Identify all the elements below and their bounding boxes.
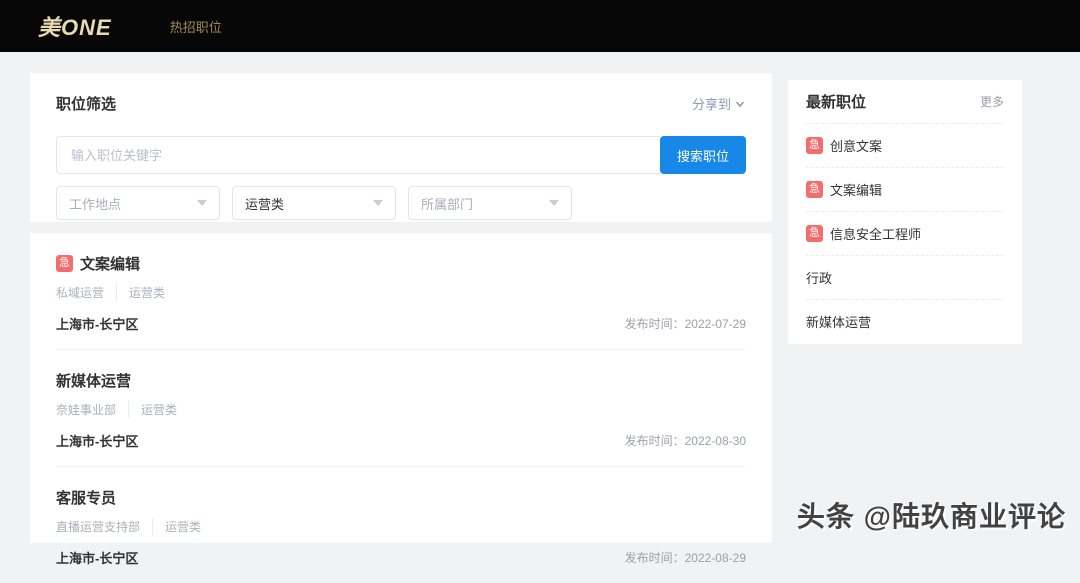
urgent-badge-icon: 急 (806, 225, 823, 242)
urgent-badge-icon: 急 (806, 181, 823, 198)
work-location-dropdown[interactable]: 工作地点 (56, 186, 220, 220)
sidebar-job-label: 文案编辑 (830, 183, 883, 198)
sidebar-job-administration[interactable]: 行政 (806, 255, 1004, 299)
job-keyword-search-input[interactable] (56, 136, 660, 174)
job-category-dropdown-value: 运营类 (245, 196, 285, 212)
job-tag-category: 运营类 (152, 518, 213, 535)
job-tag-department: 私域运营 (56, 286, 105, 300)
search-jobs-button[interactable]: 搜索职位 (660, 136, 746, 174)
share-to-label: 分享到 (691, 97, 731, 112)
job-tag-department: 直播运营支持部 (56, 520, 141, 534)
job-category-dropdown[interactable]: 运营类 (232, 186, 396, 220)
job-title[interactable]: 文案编辑 (80, 253, 140, 274)
job-listing-new-media-ops[interactable]: 新媒体运营 奈娃事业部 运营类 上海市-长宁区 发布时间：2022-08-30 (56, 350, 746, 467)
job-location: 上海市-长宁区 (56, 551, 139, 566)
chevron-down-icon (735, 100, 745, 107)
job-location: 上海市-长宁区 (56, 317, 139, 332)
job-location: 上海市-长宁区 (56, 434, 139, 449)
urgent-badge-icon: 急 (806, 137, 823, 154)
job-tag-department: 奈娃事业部 (56, 403, 117, 417)
work-location-dropdown-label: 工作地点 (69, 196, 122, 212)
top-header-bar: 美ONE 热招职位 (0, 0, 1080, 52)
filter-panel-title: 职位筛选 (56, 96, 117, 113)
job-posted-date: 发布时间：2022-08-30 (624, 434, 746, 448)
job-posted-date: 发布时间：2022-08-29 (624, 551, 746, 565)
sidebar-job-label: 创意文案 (830, 139, 883, 154)
job-title[interactable]: 新媒体运营 (56, 370, 131, 391)
caret-down-icon (197, 200, 207, 206)
job-listing-customer-service[interactable]: 客服专员 直播运营支持部 运营类 上海市-长宁区 发布时间：2022-08-29 (56, 467, 746, 583)
sidebar-job-label: 信息安全工程师 (830, 227, 922, 242)
job-title[interactable]: 客服专员 (56, 487, 116, 508)
sidebar-job-new-media-ops[interactable]: 新媒体运营 (806, 299, 1004, 343)
job-tag-category: 运营类 (116, 284, 177, 301)
toutiao-watermark: 头条 @陆玖商业评论 (796, 501, 1066, 532)
sidebar-job-creative-copywriter[interactable]: 急 创意文案 (806, 123, 1004, 167)
sidebar-job-copy-editor[interactable]: 急 文案编辑 (806, 167, 1004, 211)
nav-item-hot-jobs[interactable]: 热招职位 (170, 17, 222, 36)
job-list-panel: 急 文案编辑 私域运营 运营类 上海市-长宁区 发布时间：2022-07-29 … (30, 233, 772, 566)
sidebar-job-label: 行政 (806, 271, 833, 286)
sidebar-job-label: 新媒体运营 (806, 315, 872, 330)
job-filter-panel: 职位筛选 分享到 搜索职位 工作地点 运营类 所属部门 (30, 73, 772, 222)
more-link[interactable]: 更多 (980, 93, 1004, 110)
department-dropdown[interactable]: 所属部门 (408, 186, 572, 220)
brand-logo[interactable]: 美ONE (38, 10, 112, 42)
sidebar-job-infosec-engineer[interactable]: 急 信息安全工程师 (806, 211, 1004, 255)
caret-down-icon (549, 200, 559, 206)
latest-jobs-title: 最新职位 (806, 94, 867, 111)
caret-down-icon (373, 200, 383, 206)
latest-jobs-panel: 最新职位 更多 急 创意文案 急 文案编辑 急 信息安全工程师 行政 新媒体运营 (788, 80, 1022, 344)
department-dropdown-label: 所属部门 (421, 196, 474, 212)
share-to-button[interactable]: 分享到 (692, 94, 746, 113)
job-listing-copy-editor[interactable]: 急 文案编辑 私域运营 运营类 上海市-长宁区 发布时间：2022-07-29 (56, 233, 746, 350)
job-tag-category: 运营类 (128, 401, 189, 418)
job-posted-date: 发布时间：2022-07-29 (624, 317, 746, 331)
urgent-badge-icon: 急 (56, 255, 73, 272)
